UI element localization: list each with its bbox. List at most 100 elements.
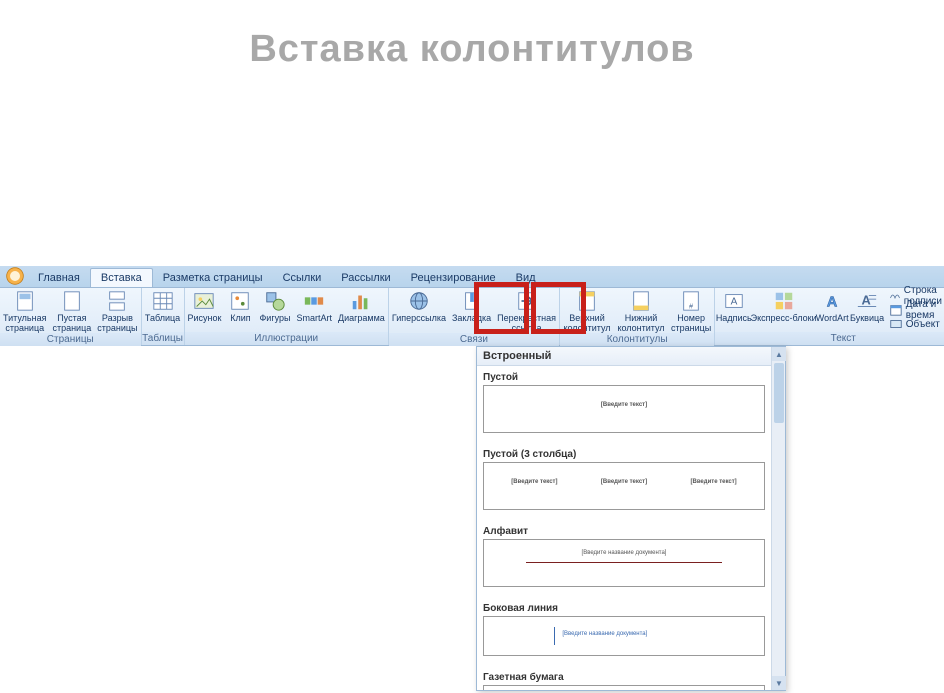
object-label: Объект [906, 319, 940, 330]
preview-placeholder-2: [Введите текст] [601, 479, 647, 485]
pagenum-label: Номер страницы [671, 313, 711, 333]
dropcap-button[interactable]: A Буквица [849, 288, 884, 332]
tab-mail[interactable]: Рассылки [331, 269, 400, 287]
group-tables: Таблица Таблицы [142, 288, 185, 345]
quickparts-button[interactable]: Экспресс-блоки [752, 288, 815, 332]
dropcap-label: Буквица [850, 313, 884, 323]
textbox-label: Надпись [716, 313, 752, 323]
scroll-thumb[interactable] [774, 363, 784, 423]
datetime-icon [889, 303, 903, 317]
word-window: Главная Вставка Разметка страницы Ссылки… [0, 266, 944, 346]
gallery-scrollbar[interactable]: ▲ ▼ [771, 347, 785, 690]
group-pages-label: Страницы [0, 333, 141, 346]
group-headerfooter-label: Колонтитулы [560, 333, 714, 346]
textbox-button[interactable]: A Надпись [715, 288, 752, 332]
crossref-button[interactable]: Перекрестная ссылка [494, 288, 559, 333]
preview-placeholder: [Введите текст] [601, 402, 647, 408]
tab-review[interactable]: Рецензирование [401, 269, 506, 287]
object-button[interactable]: Объект [889, 317, 944, 331]
gallery-item-alphabet[interactable]: Алфавит [Введите название документа] [477, 520, 771, 597]
chart-button[interactable]: Диаграмма [335, 288, 388, 332]
gallery-item-sideline[interactable]: Боковая линия [Введите название документ… [477, 597, 771, 666]
bookmark-icon [461, 290, 483, 312]
clip-icon [229, 290, 251, 312]
tab-view[interactable]: Вид [506, 269, 546, 287]
gallery-item-empty-title: Пустой [483, 372, 765, 383]
group-illustrations-label: Иллюстрации [185, 332, 388, 345]
page-break-button[interactable]: Разрыв страницы [94, 288, 140, 333]
gallery-item-empty[interactable]: Пустой [Введите текст] [477, 366, 771, 443]
gallery-section-builtin: Встроенный [477, 347, 771, 366]
tab-insert[interactable]: Вставка [90, 268, 153, 287]
crossref-label: Перекрестная ссылка [497, 313, 556, 333]
blank-page-label: Пустая страница [52, 313, 91, 333]
dropcap-icon: A [856, 290, 878, 312]
gallery-item-empty3-preview: [Введите текст] [Введите текст] [Введите… [483, 462, 765, 510]
shapes-label: Фигуры [259, 313, 290, 323]
group-headerfooter: Верхний колонтитул Нижний колонтитул # Н… [560, 288, 715, 345]
header-button[interactable]: Верхний колонтитул [560, 288, 614, 333]
table-button[interactable]: Таблица [142, 288, 184, 332]
group-text: A Надпись Экспресс-блоки A WordArt A Бук… [715, 288, 944, 345]
gallery-item-sideline-preview: [Введите название документа] [483, 616, 765, 656]
office-button[interactable] [2, 265, 28, 287]
picture-button[interactable]: Рисунок [185, 288, 225, 332]
clip-button[interactable]: Клип [224, 288, 256, 332]
clip-label: Клип [230, 313, 250, 323]
gallery-item-alphabet-title: Алфавит [483, 526, 765, 537]
object-icon [889, 317, 903, 331]
footer-label: Нижний колонтитул [617, 313, 664, 333]
quickparts-label: Экспресс-блоки [751, 313, 817, 323]
hyperlink-icon [408, 290, 430, 312]
shapes-icon [264, 290, 286, 312]
ribbon: Титульная страница Пустая страница Разры… [0, 288, 944, 346]
gallery-item-empty-preview: [Введите текст] [483, 385, 765, 433]
hyperlink-label: Гиперссылка [392, 313, 446, 323]
group-tables-label: Таблицы [142, 332, 184, 345]
bookmark-button[interactable]: Закладка [449, 288, 494, 333]
hyperlink-button[interactable]: Гиперссылка [389, 288, 449, 333]
ribbon-tabs: Главная Вставка Разметка страницы Ссылки… [0, 266, 944, 288]
scroll-up-arrow[interactable]: ▲ [772, 347, 786, 361]
cover-page-icon [14, 290, 36, 312]
blank-page-icon [61, 290, 83, 312]
svg-text:A: A [730, 297, 737, 308]
pagenum-icon: # [680, 290, 702, 312]
tab-layout[interactable]: Разметка страницы [153, 269, 273, 287]
scroll-down-arrow[interactable]: ▼ [772, 676, 786, 690]
tab-home[interactable]: Главная [28, 269, 90, 287]
wordart-label: WordArt [816, 313, 849, 323]
group-pages: Титульная страница Пустая страница Разры… [0, 288, 142, 345]
bookmark-label: Закладка [452, 313, 491, 323]
preview-placeholder-1: [Введите текст] [511, 479, 557, 485]
datetime-button[interactable]: Дата и время [889, 303, 944, 317]
cover-page-label: Титульная страница [3, 313, 46, 333]
pagenum-button[interactable]: # Номер страницы [668, 288, 714, 333]
wordart-button[interactable]: A WordArt [815, 288, 849, 332]
svg-text:A: A [827, 295, 838, 311]
smartart-button[interactable]: SmartArt [294, 288, 336, 332]
sigline-icon [889, 289, 901, 303]
footer-button[interactable]: Нижний колонтитул [614, 288, 668, 333]
gallery-item-newspaper-preview [483, 685, 765, 690]
group-links-label: Связи [389, 333, 559, 346]
gallery-item-empty3[interactable]: Пустой (3 столбца) [Введите текст] [Введ… [477, 443, 771, 520]
header-gallery-dropdown: Встроенный Пустой [Введите текст] Пустой… [476, 346, 786, 691]
picture-icon [193, 290, 215, 312]
chart-label: Диаграмма [338, 313, 385, 323]
gallery-item-newspaper[interactable]: Газетная бумага [477, 666, 771, 690]
header-label: Верхний колонтитул [563, 313, 610, 333]
footer-icon [630, 290, 652, 312]
gallery-item-newspaper-title: Газетная бумага [483, 672, 765, 683]
chart-icon [350, 290, 372, 312]
page-break-label: Разрыв страницы [97, 313, 137, 333]
tab-refs[interactable]: Ссылки [273, 269, 332, 287]
gallery-item-sideline-title: Боковая линия [483, 603, 765, 614]
blank-page-button[interactable]: Пустая страница [49, 288, 94, 333]
smartart-icon [303, 290, 325, 312]
cover-page-button[interactable]: Титульная страница [0, 288, 49, 333]
header-icon [576, 290, 598, 312]
picture-label: Рисунок [188, 313, 222, 323]
preview-placeholder: [Введите название документа] [562, 631, 647, 637]
shapes-button[interactable]: Фигуры [256, 288, 293, 332]
